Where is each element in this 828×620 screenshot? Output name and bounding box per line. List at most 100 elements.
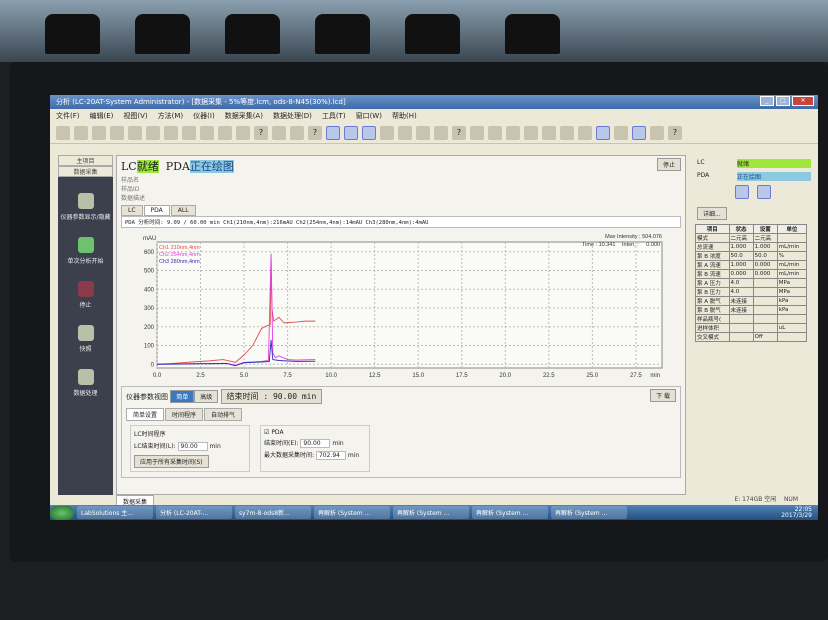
- method-icon[interactable]: [146, 125, 160, 140]
- taskbar-item[interactable]: LabSolutions 主...: [77, 506, 153, 519]
- menu-item[interactable]: 文件(F): [56, 111, 80, 120]
- table-cell: 1.000: [752, 242, 778, 252]
- tab-time-program[interactable]: 时间程序: [165, 408, 204, 421]
- layout1-icon[interactable]: [596, 125, 610, 140]
- menu-item[interactable]: 窗口(W): [356, 111, 382, 120]
- sidebar-data-acquisition[interactable]: 数据采集: [58, 166, 113, 177]
- help-icon[interactable]: ?: [308, 125, 322, 140]
- clock[interactable]: 22:05 2017/3/29: [781, 506, 818, 519]
- layout3-icon[interactable]: [632, 125, 646, 140]
- menu-item[interactable]: 工具(T): [322, 111, 346, 120]
- layout4-icon[interactable]: [650, 125, 664, 140]
- config-icon[interactable]: [218, 125, 232, 140]
- maximize-button[interactable]: □: [776, 96, 790, 106]
- menu-item[interactable]: 仪器(I): [193, 111, 215, 120]
- preview-icon[interactable]: [542, 125, 556, 140]
- new-icon[interactable]: [470, 125, 484, 140]
- table-cell: 1.000: [728, 260, 754, 270]
- menu-item[interactable]: 数据采集(A): [225, 111, 263, 120]
- pda-icon[interactable]: [272, 125, 286, 140]
- pda-checkbox[interactable]: ☑: [264, 429, 269, 436]
- tab-lc[interactable]: LC: [121, 205, 143, 216]
- taskbar-item[interactable]: 再解析 (System ...: [551, 506, 627, 519]
- tube-icon[interactable]: [380, 125, 394, 140]
- copy-icon[interactable]: [560, 125, 574, 140]
- help-icon[interactable]: ?: [668, 125, 682, 140]
- chromatogram-chart[interactable]: 0.0 2.5 5.0 7.5 10.0 12.5 15.0 17.5 20.0 22.5 25.0…: [117, 228, 679, 388]
- menu-item[interactable]: 视图(V): [123, 111, 147, 120]
- pump-icon[interactable]: [326, 125, 340, 140]
- menu-item[interactable]: 方法(M): [158, 111, 184, 120]
- layout2-icon[interactable]: [614, 125, 628, 140]
- detector-icon[interactable]: [344, 125, 358, 140]
- taskbar-item[interactable]: sy7m-8-ods8新...: [235, 506, 311, 519]
- pda2-icon[interactable]: [290, 125, 304, 140]
- lc-end-time-input[interactable]: 90.00: [177, 442, 208, 451]
- x-tick-label: 25.0: [587, 373, 599, 379]
- print-icon[interactable]: [524, 125, 538, 140]
- sidebar-item[interactable]: 仪器参数显示/隐藏: [58, 193, 113, 221]
- download-button[interactable]: 下 载: [650, 389, 676, 402]
- x-axis-label: min: [650, 373, 660, 379]
- sidebar-item[interactable]: 快照: [58, 325, 113, 353]
- help-icon[interactable]: ?: [254, 125, 268, 140]
- start-button[interactable]: [50, 505, 74, 520]
- taskbar-item[interactable]: 再解析 (System ...: [314, 506, 390, 519]
- tab-pda[interactable]: PDA: [143, 205, 170, 216]
- simple-mode-button[interactable]: 简单: [170, 390, 195, 403]
- table-row: 泵 B 压力 4.0 MPa: [695, 287, 808, 297]
- search-icon[interactable]: [110, 125, 124, 140]
- pump-icon[interactable]: [735, 185, 749, 199]
- edit-icon[interactable]: [128, 125, 142, 140]
- sidebar-item-label: 仪器参数显示/隐藏: [60, 214, 111, 221]
- stop-button[interactable]: 停止: [656, 158, 681, 171]
- taskbar-item[interactable]: 再解析 (System ...: [472, 506, 548, 519]
- detail-button[interactable]: 详细...: [697, 207, 727, 220]
- pda-end-time-label: 结束时间(E):: [264, 440, 299, 447]
- flow-icon[interactable]: [182, 125, 196, 140]
- check-icon[interactable]: [200, 125, 214, 140]
- end-time-banner: 结束时间 : 90.00 min: [220, 389, 323, 404]
- y-axis-label: mAU: [143, 236, 156, 242]
- menu-item[interactable]: 数据处理(D): [273, 111, 312, 120]
- close-button[interactable]: ✕: [792, 96, 814, 106]
- sidebar-item[interactable]: 数据处理: [58, 369, 113, 397]
- comm-icon[interactable]: [434, 125, 448, 140]
- open-icon[interactable]: [488, 125, 502, 140]
- unit-label: min: [209, 443, 221, 450]
- start-icon[interactable]: [74, 125, 88, 140]
- binoculars-icon[interactable]: [578, 125, 592, 140]
- menu-item[interactable]: 帮助(H): [392, 111, 417, 120]
- apply-to-all-button[interactable]: 应用于所有采集时间(S): [134, 455, 209, 468]
- sidebar-item[interactable]: 单次分析开始: [58, 237, 113, 265]
- tab-simple-settings[interactable]: 简单设置: [126, 408, 165, 421]
- connect-icon[interactable]: [56, 125, 70, 140]
- minimize-button[interactable]: _: [760, 96, 774, 106]
- oven-icon[interactable]: [416, 125, 430, 140]
- stop-icon[interactable]: [92, 125, 106, 140]
- table-cell: 泵 B 浓度: [695, 251, 730, 261]
- taskbar-item[interactable]: 分析 (LC-20AT-...: [156, 506, 232, 519]
- instrument-icon[interactable]: [164, 125, 178, 140]
- bottle-cap: [135, 14, 190, 54]
- table-row: 泵 B 流速 0.000 0.000 mL/min: [695, 269, 808, 279]
- wash-icon[interactable]: [236, 125, 250, 140]
- tab-auto-purge[interactable]: 自动排气: [204, 408, 243, 421]
- detector-icon[interactable]: [757, 185, 771, 199]
- pda-end-time-input[interactable]: 90.00: [300, 439, 331, 448]
- x-tick-label: 2.5: [196, 373, 205, 379]
- advanced-mode-button[interactable]: 高级: [194, 390, 219, 403]
- x-tick-label: 12.5: [369, 373, 381, 379]
- sidebar-main-project[interactable]: 主项目: [58, 155, 113, 166]
- max-acquisition-time-input[interactable]: 702.94: [315, 451, 346, 460]
- column-icon[interactable]: [398, 125, 412, 140]
- y-tick-label: 200: [144, 325, 155, 331]
- tab-all[interactable]: ALL: [170, 205, 196, 216]
- line-icon[interactable]: [362, 125, 376, 140]
- menu-item[interactable]: 编辑(E): [90, 111, 114, 120]
- sidebar-item[interactable]: 停止: [58, 281, 113, 309]
- y-tick-label: 400: [144, 287, 155, 293]
- help-icon[interactable]: ?: [452, 125, 466, 140]
- taskbar-item[interactable]: 再解析 (System ...: [393, 506, 469, 519]
- save-icon[interactable]: [506, 125, 520, 140]
